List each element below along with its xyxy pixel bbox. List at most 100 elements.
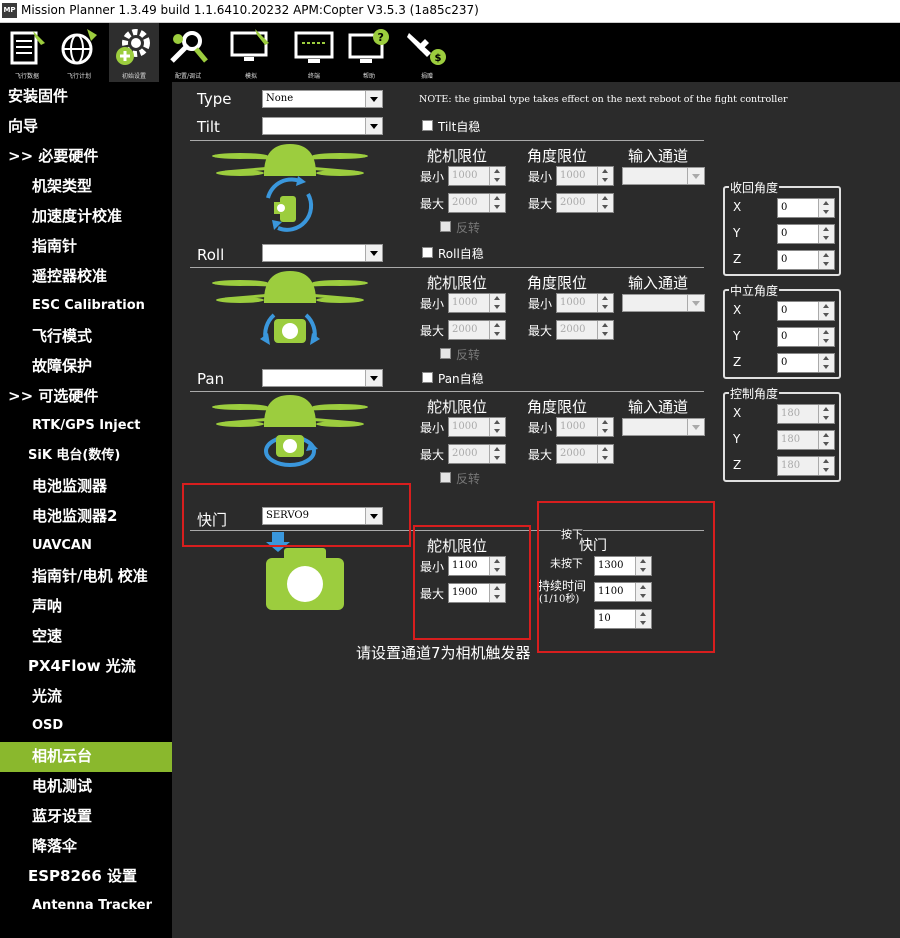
spinner-down-icon[interactable] [818,363,834,372]
pan-channel-select[interactable] [262,369,383,387]
roll-stabilize-checkbox[interactable] [422,247,433,258]
control-z-spinner[interactable]: 180 [777,456,835,476]
retract-y-spinner[interactable]: 0 [777,224,835,244]
sidebar-item-optional-hardware[interactable]: >> 可选硬件 [0,382,165,412]
spinner-down-icon[interactable] [818,466,834,475]
sidebar-item-frame-type[interactable]: 机架类型 [0,172,165,202]
spinner-down-icon[interactable] [597,454,613,463]
sidebar-item-flight-modes[interactable]: 飞行模式 [0,322,165,352]
sidebar-item-sik-radio[interactable]: SiK 电台(数传) [0,442,165,472]
toolbar-donate-button[interactable]: $ 捐赠 [402,23,452,82]
sidebar-item-esc-calibration[interactable]: ESC Calibration [0,292,165,322]
toolbar-config-tuning-label: 配置/调试 [174,73,202,80]
donate-icon: $ [407,33,446,65]
type-select[interactable]: None [262,90,383,108]
pan-reverse-checkbox[interactable] [440,472,451,483]
sidebar-item-mandatory-hardware[interactable]: >> 必要硬件 [0,142,165,172]
neutral-z-spinner[interactable]: 0 [777,353,835,373]
spinner-down-icon[interactable] [489,427,505,436]
spinner-down-icon[interactable] [597,427,613,436]
sidebar-item-optical-flow[interactable]: 光流 [0,682,165,712]
roll-input-channel-select[interactable] [622,294,705,312]
pan-angle-min-spinner[interactable]: 1000 [556,417,614,437]
tilt-servo-max-spinner[interactable]: 2000 [448,193,506,213]
roll-angle-max-spinner[interactable]: 2000 [556,320,614,340]
sidebar-item-parachute[interactable]: 降落伞 [0,832,165,862]
spinner-down-icon[interactable] [489,330,505,339]
sidebar-item-install-firmware[interactable]: 安装固件 [0,82,165,112]
sidebar-item-osd[interactable]: OSD [0,712,165,742]
sidebar-item-battery-monitor-2[interactable]: 电池监测器2 [0,502,165,532]
retract-x-spinner[interactable]: 0 [777,198,835,218]
roll-servo-max-spinner[interactable]: 2000 [448,320,506,340]
type-label: Type [197,90,232,108]
spinner-down-icon[interactable] [818,234,834,243]
tilt-servo-max-value: 2000 [452,197,478,208]
tilt-servo-min-spinner[interactable]: 1000 [448,166,506,186]
tilt-angle-min-spinner[interactable]: 1000 [556,166,614,186]
spinner-down-icon[interactable] [489,176,505,185]
toolbar-config-tuning-button[interactable]: 配置/调试 [163,23,213,82]
sidebar-item-rtk-gps-inject[interactable]: RTK/GPS Inject [0,412,165,442]
pan-stabilize-checkbox[interactable] [422,372,433,383]
sidebar-item-camera-gimbal-label: 相机云台 [32,747,93,765]
neutral-x-spinner[interactable]: 0 [777,301,835,321]
spinner-down-icon[interactable] [489,303,505,312]
tilt-reverse-checkbox[interactable] [440,221,451,232]
sidebar-item-failsafe[interactable]: 故障保护 [0,352,165,382]
sidebar-item-bluetooth-setup[interactable]: 蓝牙设置 [0,802,165,832]
roll-servo-min-spinner[interactable]: 1000 [448,293,506,313]
spinner-down-icon[interactable] [818,208,834,217]
spinner-down-icon[interactable] [597,176,613,185]
tilt-input-channel-select[interactable] [622,167,705,185]
pan-servo-max-spinner[interactable]: 2000 [448,444,506,464]
retract-y-label: Y [733,226,741,240]
spinner-down-icon[interactable] [489,454,505,463]
toolbar-terminal-button[interactable]: 终端 [289,23,339,82]
spinner-down-icon[interactable] [818,414,834,423]
toolbar-simulation-button[interactable]: 模拟 [226,23,276,82]
toolbar-help-button[interactable]: ? 帮助 [344,23,394,82]
spinner-down-icon[interactable] [818,337,834,346]
tilt-angle-max-spinner[interactable]: 2000 [556,193,614,213]
sidebar-item-px4flow[interactable]: PX4Flow 光流 [0,652,165,682]
control-x-spinner[interactable]: 180 [777,404,835,424]
spinner-down-icon[interactable] [489,203,505,212]
retract-z-spinner[interactable]: 0 [777,250,835,270]
roll-angle-max-value: 2000 [560,324,586,335]
spinner-down-icon[interactable] [597,203,613,212]
pan-angle-max-spinner[interactable]: 2000 [556,444,614,464]
spinner-down-icon[interactable] [818,440,834,449]
spinner-down-icon[interactable] [597,303,613,312]
toolbar-initial-setup-button[interactable]: 初始设置 [109,23,159,82]
sidebar-item-radio-calibration[interactable]: 遥控器校准 [0,262,165,292]
tilt-stabilize-checkbox[interactable] [422,120,433,131]
sidebar-item-battery-monitor[interactable]: 电池监测器 [0,472,165,502]
sidebar-item-accel-calibration[interactable]: 加速度计校准 [0,202,165,232]
toolbar-flight-data-button[interactable]: 飞行数据 [2,23,52,82]
spinner-down-icon[interactable] [818,260,834,269]
spinner-down-icon[interactable] [597,330,613,339]
toolbar-flight-plan-button[interactable]: 飞行计划 [54,23,104,82]
sidebar-item-esp8266-setup[interactable]: ESP8266 设置 [0,862,165,892]
neutral-z-label: Z [733,355,742,369]
control-y-spinner[interactable]: 180 [777,430,835,450]
pan-servo-min-spinner[interactable]: 1000 [448,417,506,437]
sidebar-item-wizard[interactable]: 向导 [0,112,165,142]
sidebar-item-compass-motor-calibration[interactable]: 指南针/电机 校准 [0,562,165,592]
toolbar-flight-plan-label: 飞行计划 [66,73,91,80]
neutral-y-spinner[interactable]: 0 [777,327,835,347]
sidebar-item-compass[interactable]: 指南针 [0,232,165,262]
roll-reverse-checkbox[interactable] [440,348,451,359]
sidebar-item-airspeed[interactable]: 空速 [0,622,165,652]
sidebar-item-motor-test[interactable]: 电机测试 [0,772,165,802]
pan-input-channel-select[interactable] [622,418,705,436]
sidebar-item-uavcan[interactable]: UAVCAN [0,532,165,562]
roll-servo-min-value: 1000 [452,297,478,308]
roll-channel-select[interactable] [262,244,383,262]
sidebar-item-antenna-tracker[interactable]: Antenna Tracker [0,892,165,922]
roll-angle-min-spinner[interactable]: 1000 [556,293,614,313]
sidebar-item-sonar[interactable]: 声呐 [0,592,165,622]
tilt-channel-select[interactable] [262,117,383,135]
spinner-down-icon[interactable] [818,311,834,320]
